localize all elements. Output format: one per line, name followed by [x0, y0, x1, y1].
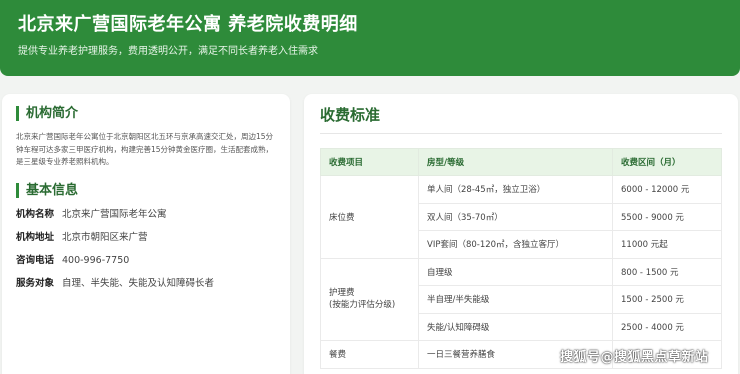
- type-cell: 失能/认知障碍级: [418, 312, 613, 341]
- info-value: 400-996-7750: [62, 254, 130, 266]
- price-cell: 1500 - 2500 元: [612, 285, 722, 314]
- basic-info-list: 机构名称 北京来广营国际老年公寓 机构地址 北京市朝阳区来广营 咨询电话 400…: [16, 208, 276, 290]
- institution-card: 机构简介 北京来广营国际老年公寓位于北京朝阳区北五环与京承高速交汇处，周边15分…: [2, 94, 290, 374]
- info-row-address: 机构地址 北京市朝阳区来广营: [16, 231, 276, 244]
- col-header-price: 收费区间（月）: [612, 148, 722, 176]
- type-cell: 自理级: [418, 257, 613, 286]
- info-key: 咨询电话: [16, 254, 55, 266]
- info-row-service: 服务对象 自理、半失能、失能及认知障碍长者: [16, 277, 276, 290]
- price-cell: 11000 元起: [612, 230, 722, 259]
- price-cell: 800 - 1500 元: [612, 257, 722, 286]
- type-cell: 单人间（28-45㎡，独立卫浴）: [418, 175, 613, 204]
- table-row: 护理费 (按能力评估分级) 自理级 800 - 1500 元: [320, 257, 722, 341]
- intro-text: 北京来广营国际老年公寓位于北京朝阳区北五环与京承高速交汇处，周边15分钟车程可达…: [16, 132, 274, 166]
- fee-table-header: 收费项目 房型/等级 收费区间（月）: [320, 148, 722, 176]
- type-cell: VIP套间（80-120㎡，含独立客厅）: [418, 230, 613, 259]
- info-row-phone: 咨询电话 400-996-7750: [16, 254, 276, 267]
- info-row-name: 机构名称 北京来广营国际老年公寓: [16, 208, 276, 221]
- type-cell: 双人间（35-70㎡）: [418, 202, 613, 231]
- table-row: 床位费 单人间（28-45㎡，独立卫浴） 6000 - 12000 元: [320, 175, 722, 259]
- info-value: 北京市朝阳区来广营: [62, 231, 148, 243]
- col-header-item: 收费项目: [320, 148, 419, 176]
- price-cell: 5500 - 9000 元: [612, 202, 722, 231]
- col-header-type: 房型/等级: [418, 148, 613, 176]
- fee-title: 收费标准: [320, 104, 722, 134]
- category-cell: 餐费: [320, 340, 419, 369]
- fee-card: 收费标准 收费项目 房型/等级 收费区间（月） 床位费 单人间（28-45㎡，独…: [304, 94, 738, 374]
- info-key: 服务对象: [16, 277, 55, 289]
- type-cell: 半自理/半失能级: [418, 285, 613, 314]
- info-key: 机构地址: [16, 231, 55, 243]
- watermark: 搜狐号@搜狐黑点草新站: [560, 350, 709, 365]
- basic-info-title: 基本信息: [16, 182, 276, 198]
- category-cell: 护理费 (按能力评估分级): [320, 257, 419, 341]
- category-cell: 床位费: [320, 175, 419, 259]
- page-subtitle: 提供专业养老护理服务，费用透明公开，满足不同长者养老入住需求: [18, 46, 318, 57]
- page-title: 北京来广营国际老年公寓 养老院收费明细: [18, 14, 358, 35]
- fee-table: 收费项目 房型/等级 收费区间（月） 床位费 单人间（28-45㎡，独立卫浴） …: [320, 148, 722, 369]
- info-value: 北京来广营国际老年公寓: [62, 208, 167, 220]
- info-key: 机构名称: [16, 208, 55, 220]
- intro-title: 机构简介: [16, 106, 276, 121]
- price-cell: 2500 - 4000 元: [612, 312, 722, 341]
- info-value: 自理、半失能、失能及认知障碍长者: [62, 277, 215, 289]
- price-cell: 6000 - 12000 元: [612, 175, 722, 204]
- page-header: 北京来广营国际老年公寓 养老院收费明细 提供专业养老护理服务，费用透明公开，满足…: [0, 0, 740, 76]
